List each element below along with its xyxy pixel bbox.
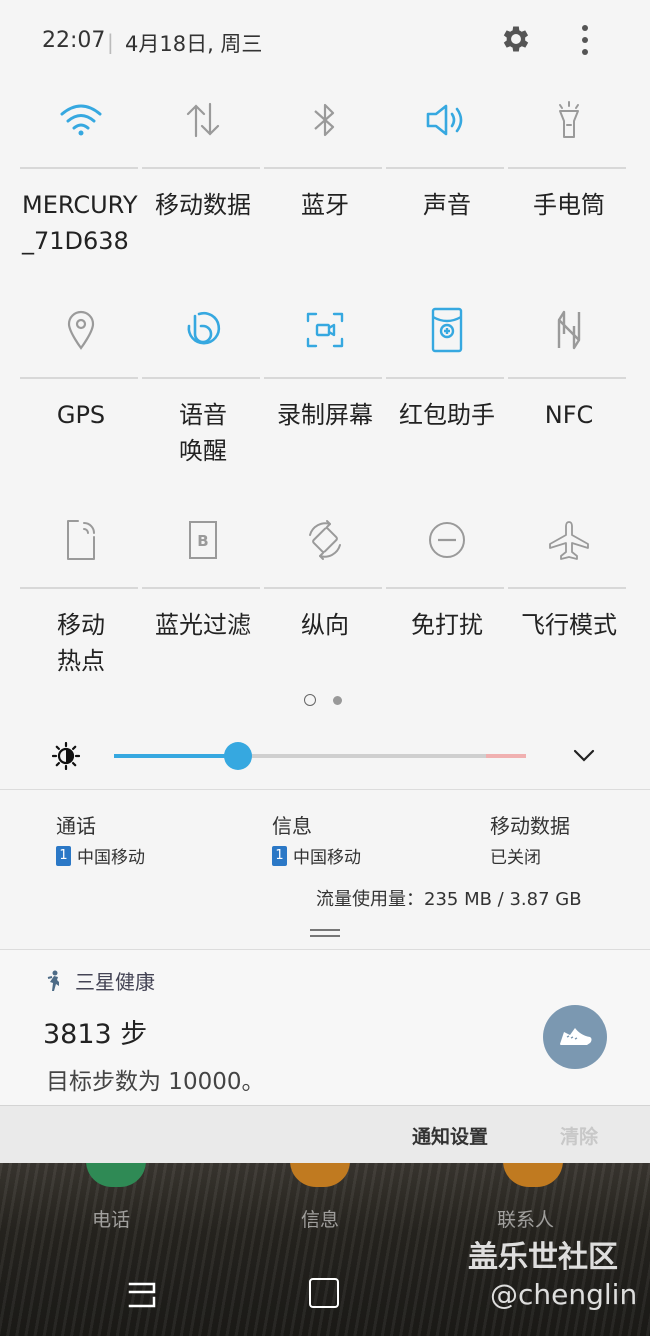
red-envelope-icon <box>386 300 508 360</box>
airplane-icon <box>508 510 630 570</box>
gear-icon[interactable] <box>499 22 533 56</box>
tile-label: 语音 唤醒 <box>179 401 227 465</box>
more-vert-icon[interactable] <box>570 20 600 60</box>
location-icon <box>20 300 142 360</box>
mobile-data-icon <box>142 90 264 150</box>
tile-label: 红包助手 <box>399 401 495 429</box>
tile-label: 移动数据 <box>155 191 251 219</box>
notification-app-name: 三星健康 <box>75 970 155 994</box>
sim-data-title[interactable]: 移动数据 <box>490 810 570 839</box>
shoe-icon <box>560 1028 592 1045</box>
messages-app-label: 信息 <box>301 1209 340 1231</box>
notification-footer <box>0 1105 650 1164</box>
sound-icon <box>386 90 508 150</box>
tile-label: 纵向 <box>301 611 349 639</box>
hotspot-icon <box>20 510 142 570</box>
brightness-level <box>114 754 238 758</box>
sim-message-title[interactable]: 信息 <box>272 810 312 839</box>
flashlight-icon <box>508 90 630 150</box>
tile-label: 录制屏幕 <box>277 401 373 429</box>
contacts-app-label: 联系人 <box>497 1209 555 1231</box>
sim-data-status[interactable]: 已关闭 <box>490 843 541 868</box>
date: 4月18日, 周三 <box>125 32 263 56</box>
clock: 22:07 <box>42 28 106 53</box>
page-dot-current <box>304 694 316 706</box>
clear-button[interactable]: 清除 <box>560 1122 598 1149</box>
tile-label: 飞行模式 <box>521 611 617 639</box>
do-not-disturb-icon <box>386 510 508 570</box>
watermark-title: 盖乐世社区 <box>468 1240 618 1275</box>
home-button[interactable] <box>309 1278 339 1308</box>
sim-badge: 1 <box>272 845 287 866</box>
carrier-label: 中国移动 <box>77 848 145 868</box>
divider <box>0 789 650 790</box>
screen-record-icon <box>264 300 386 360</box>
tile-label: 蓝牙 <box>301 191 349 219</box>
phone-app-label: 电话 <box>92 1209 131 1231</box>
carrier-label: 中国移动 <box>293 848 361 868</box>
data-usage: 流量使用量：235 MB / 3.87 GB <box>316 889 582 910</box>
brightness-icon <box>52 742 80 770</box>
shoe-button[interactable] <box>543 1005 607 1069</box>
status-separator: | <box>107 30 114 54</box>
samsung-health-icon <box>47 970 59 991</box>
rotation-icon <box>264 510 386 570</box>
tile-label: 蓝光过滤 <box>155 611 251 639</box>
tile-label: 移动 热点 <box>57 611 105 675</box>
tile-label: 声音 <box>423 191 471 219</box>
watermark-handle: @chenglin <box>490 1278 638 1311</box>
tile-label: GPS <box>56 401 106 429</box>
bixby-voice-icon <box>142 300 264 360</box>
nfc-icon <box>508 300 630 360</box>
notification-settings-button[interactable]: 通知设置 <box>412 1122 488 1149</box>
page-dot[interactable] <box>333 696 342 705</box>
drag-handle[interactable] <box>310 929 340 937</box>
sim-badge: 1 <box>56 845 71 866</box>
recent-apps-button[interactable] <box>126 1280 158 1310</box>
sim-message-carrier[interactable]: 1 中国移动 <box>272 843 361 868</box>
brightness-warning-zone <box>486 754 526 758</box>
notification-header: 三星健康 <box>45 966 155 995</box>
tile-label: 手电筒 <box>533 191 605 219</box>
sim-call-title[interactable]: 通话 <box>56 810 96 839</box>
sim-call-carrier[interactable]: 1 中国移动 <box>56 843 145 868</box>
status-bar: 22:07 | 4月18日, 周三 <box>0 0 650 82</box>
page-indicator <box>0 694 650 710</box>
svg-text:B: B <box>197 532 208 550</box>
step-goal: 目标步数为 10000。 <box>46 1069 265 1095</box>
tile-label: MERCURY _71D638 <box>22 191 138 255</box>
tile-label: 免打扰 <box>411 611 483 639</box>
step-count: 3813 步 <box>43 1019 148 1050</box>
brightness-slider[interactable] <box>114 754 526 758</box>
blue-light-filter-icon: B <box>142 510 264 570</box>
bluetooth-icon <box>264 90 386 150</box>
brightness-thumb[interactable] <box>224 742 252 770</box>
chevron-down-icon[interactable] <box>572 744 596 768</box>
wifi-icon <box>20 90 142 150</box>
notification-panel: 22:07 | 4月18日, 周三 MERCURY _71D638 移动数据 蓝… <box>0 0 650 1164</box>
tile-label: NFC <box>544 401 594 429</box>
